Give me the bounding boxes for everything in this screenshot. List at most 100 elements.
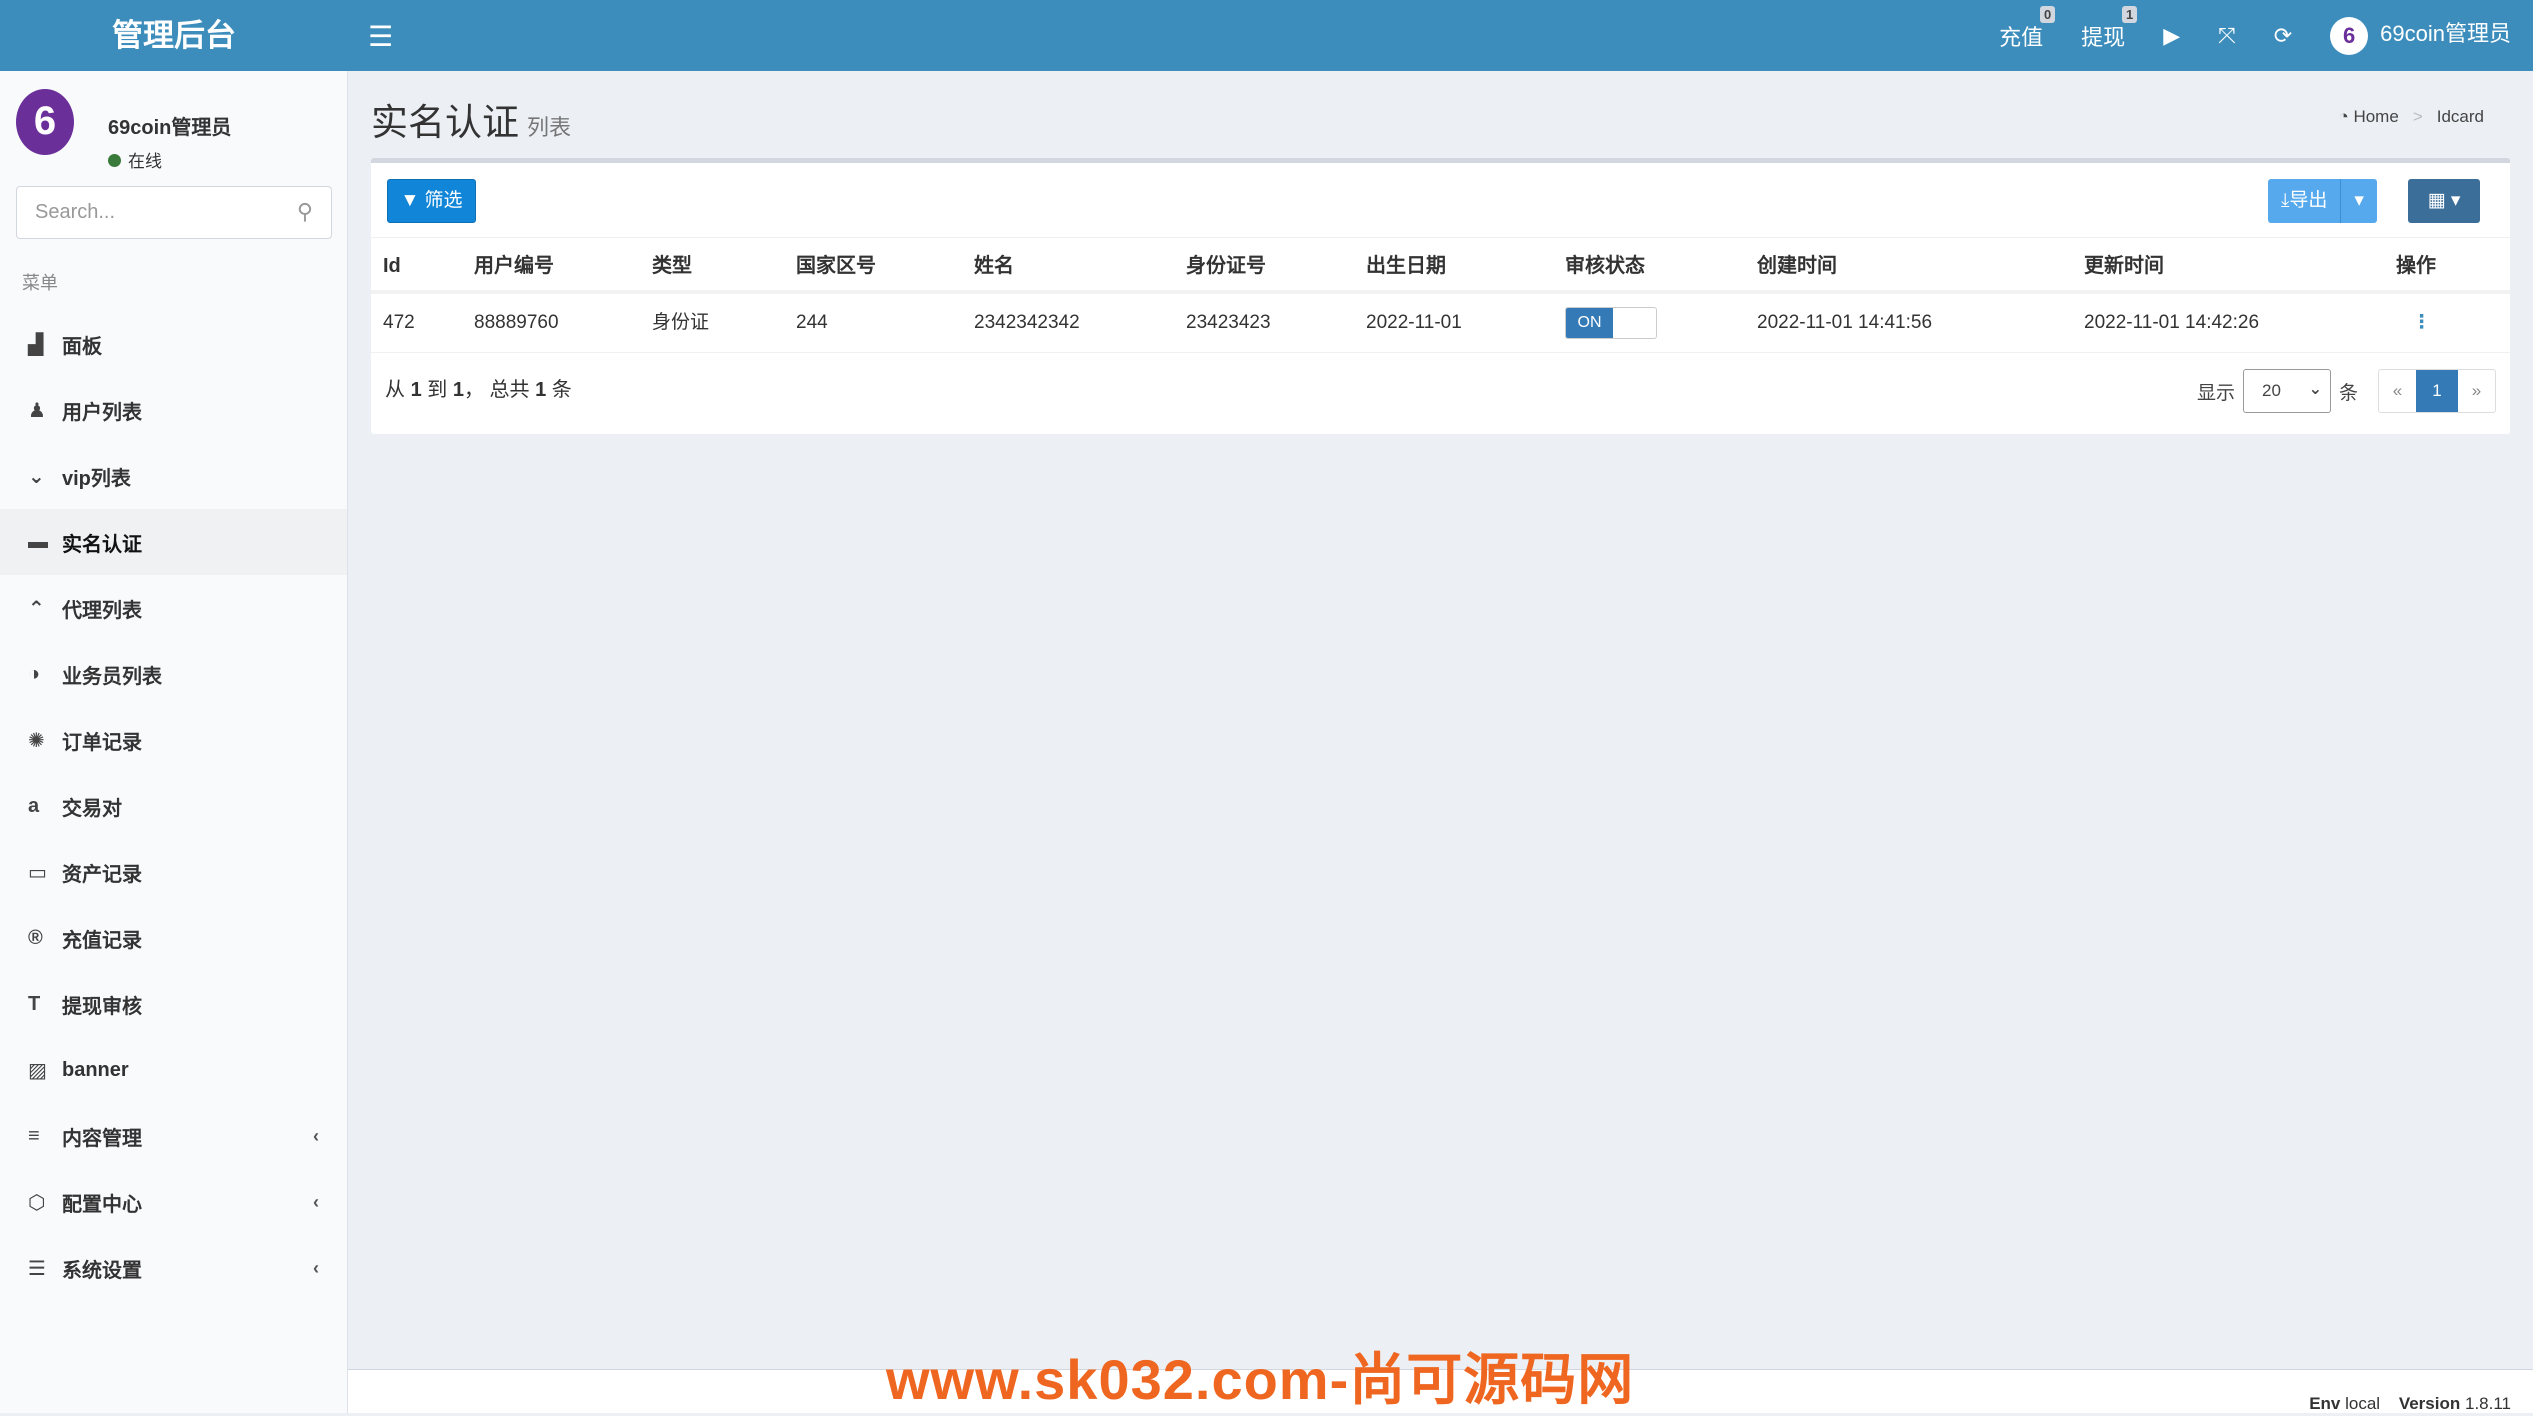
column-header[interactable]: 身份证号 [1186, 238, 1266, 295]
sidebar-item-5[interactable]: ◑ 业务员列表 [0, 641, 347, 707]
fullscreen-icon[interactable]: ⤧ [2218, 23, 2236, 49]
table-header: Id 用户编号 类型 国家区号 姓名 身份证号 出生日期 审核状态 创建时间 更新时间 操作 [371, 237, 2510, 294]
sidebar-item-1[interactable]: ♟ 用户列表 [0, 377, 347, 443]
column-header[interactable]: 出生日期 [1366, 238, 1446, 295]
export-button[interactable]: ⤓导出 [2268, 179, 2341, 223]
withdraw-badge: 1 [2121, 5, 2138, 23]
sidebar-item-2[interactable]: ⌄ vip列表 [0, 443, 347, 509]
withdraw-label: 提现 [2081, 24, 2126, 50]
sidebar-toggle-bars-icon[interactable]: ☰ [368, 20, 393, 53]
online-status: 在线 [108, 147, 162, 172]
row-actions-ellipsis-icon[interactable]: ⋮ [2412, 294, 2431, 351]
app-logo[interactable]: 管理后台 [0, 0, 348, 71]
pagination: 显示 20 ⌄ 条 « 1 » [2197, 369, 2496, 413]
search-placeholder: Search... [35, 201, 116, 223]
play-icon[interactable]: ▶ [2163, 23, 2180, 49]
column-header[interactable]: 操作 [2396, 238, 2436, 295]
sidebar-item-9[interactable]: ® 充值记录 [0, 905, 347, 971]
env-value: local [2345, 1394, 2381, 1413]
sidebar-item-label: 代理列表 [62, 599, 142, 622]
filter-button[interactable]: ▼ 筛选 [387, 179, 476, 223]
list-box: ▼ 筛选 ⤓导出 ▾ ▦ ▾ Id 用户编号 类型 国家区号 姓名 身份证号 出生日期 审核状… [371, 158, 2510, 434]
dashboard-icon: ◔ [2338, 107, 2354, 126]
sidebar-item-7[interactable]: a 交易对 [0, 773, 347, 839]
version-label: Version [2398, 1394, 2461, 1413]
sidebar-item-6[interactable]: ✺ 订单记录 [0, 707, 347, 773]
server-icon: ☰ [28, 1257, 46, 1280]
sidebar-item-4[interactable]: ⌃ 代理列表 [0, 575, 347, 641]
sidebar-item-label: 交易对 [62, 797, 122, 820]
sidebar-item-label: 充值记录 [62, 929, 142, 952]
per-page-select[interactable]: 20 ⌄ [2242, 369, 2331, 413]
chevron-circle-up-icon: ⌃ [28, 597, 45, 620]
user-avatar: 6 [2330, 16, 2369, 55]
sidebar-item-14[interactable]: ☰ 系统设置 ‹ [0, 1235, 347, 1301]
per-page-value: 20 [2261, 381, 2281, 400]
sidebar-item-11[interactable]: ▨ banner [0, 1037, 347, 1103]
sidebar-search-input[interactable]: Search... ⚲ [16, 186, 332, 239]
sidebar-item-label: 面板 [62, 335, 102, 358]
column-header[interactable]: 更新时间 [2084, 238, 2164, 295]
credit-card-icon: ▬ [28, 530, 48, 553]
sidebar-item-12[interactable]: ≡ 内容管理 ‹ [0, 1103, 347, 1169]
menu-header: 菜单 [22, 273, 58, 293]
cell-birth-date: 2022-11-01 [1366, 312, 1462, 333]
cell-id: 472 [383, 312, 415, 333]
column-header[interactable]: 姓名 [974, 238, 1014, 295]
user-menu[interactable]: 6 69coin管理员 [2330, 16, 2511, 55]
sidebar-item-10[interactable]: T 提现审核 [0, 971, 347, 1037]
sidebar-item-label: 系统设置 [62, 1259, 142, 1282]
column-header[interactable]: 审核状态 [1565, 238, 1645, 295]
refresh-icon[interactable]: ⟳ [2274, 23, 2292, 49]
env-label: Env [2309, 1394, 2341, 1413]
sidebar-item-label: 配置中心 [62, 1193, 142, 1216]
sidebar-item-label: 用户列表 [62, 401, 142, 424]
sidebar-item-8[interactable]: ▭ 资产记录 [0, 839, 347, 905]
sidebar-item-13[interactable]: ⬡ 配置中心 ‹ [0, 1169, 347, 1235]
page-1-button[interactable]: 1 [2416, 370, 2458, 412]
chevron-circle-down-icon: ⌄ [28, 465, 45, 488]
column-header[interactable]: 创建时间 [1757, 238, 1837, 295]
avatar: 6 [16, 89, 74, 155]
toggle-on-label: ON [1566, 308, 1613, 338]
breadcrumb-home[interactable]: Home [2353, 107, 2398, 126]
column-header[interactable]: 国家区号 [796, 238, 876, 295]
cell-updated: 2022-11-01 14:42:26 [2084, 312, 2260, 333]
recharge-badge: 0 [2039, 5, 2056, 23]
recharge-link[interactable]: 充值 0 [1999, 5, 2056, 52]
empire-icon: ✺ [28, 729, 45, 752]
bars-icon: ≡ [28, 1124, 40, 1147]
column-header[interactable]: 类型 [652, 238, 692, 295]
search-icon[interactable]: ⚲ [297, 199, 313, 225]
sidebar-item-label: banner [62, 1058, 129, 1081]
money-icon: ▭ [28, 861, 47, 884]
sidebar-item-label: 资产记录 [62, 863, 142, 886]
sidebar-item-label: 订单记录 [62, 731, 142, 754]
status-dot-icon [108, 154, 121, 167]
sidebar-item-label: 实名认证 [62, 533, 142, 556]
sidebar-item-0[interactable]: ▟ 面板 [0, 311, 347, 377]
cell-name: 2342342342 [974, 312, 1080, 333]
page-title-text: 实名认证 [371, 102, 519, 143]
column-header[interactable]: 用户编号 [474, 238, 554, 295]
status-label: 在线 [128, 152, 162, 171]
sidebar-item-3[interactable]: ▬ 实名认证 [0, 509, 347, 575]
prev-page-button[interactable]: « [2379, 370, 2416, 412]
page-title: 实名认证 列表 [371, 92, 571, 146]
image-icon: ▨ [28, 1059, 47, 1082]
export-dropdown-caret-icon[interactable]: ▾ [2340, 179, 2377, 223]
column-header[interactable]: Id [383, 238, 401, 295]
review-status-toggle[interactable]: ON [1565, 307, 1657, 339]
next-page-button[interactable]: » [2458, 370, 2495, 412]
withdraw-link[interactable]: 提现 1 [2081, 5, 2138, 52]
sidebar: 6 69coin管理员 在线 Search... ⚲ 菜单 ▟ 面板 ♟ 用户列表 ⌄ vi… [0, 71, 348, 1413]
table-row: 472 88889760 身份证 244 2342342342 23423423 2022-… [371, 294, 2510, 353]
recharge-label: 充值 [1999, 24, 2044, 50]
chevron-left-icon: ‹ [313, 1125, 319, 1146]
watermark: www.sk032.com-尚可源码网 [886, 1348, 1635, 1411]
pager: « 1 » [2378, 369, 2496, 413]
user-secret-icon: ♟ [28, 399, 46, 422]
connectdevelop-icon: ⬡ [28, 1191, 46, 1214]
columns-selector-button[interactable]: ▦ ▾ [2408, 179, 2480, 223]
area-chart-icon: ▟ [28, 333, 44, 356]
